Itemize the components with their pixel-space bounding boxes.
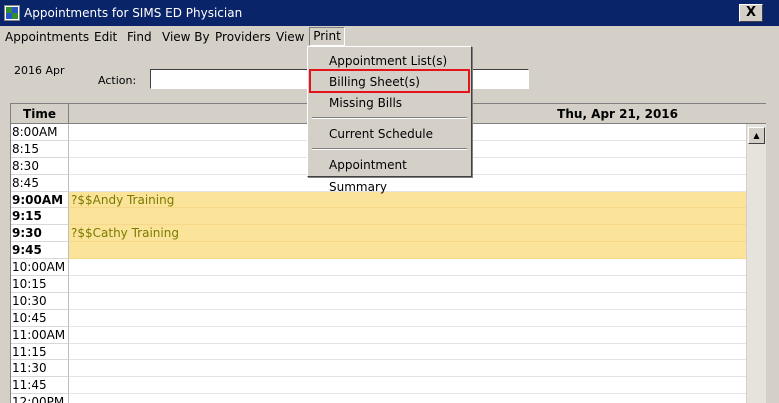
appointment-slot[interactable]: ?$$Andy Training [69,191,747,209]
time-cell: 8:00AM [11,124,69,141]
schedule-row[interactable]: 9:15 [11,208,747,226]
menu-find[interactable]: Find [127,29,152,45]
schedule-row[interactable]: 10:45 [11,309,747,327]
menu-item-billing-sheets[interactable]: Billing Sheet(s) [311,71,468,93]
time-column-header: Time [11,104,69,124]
date-label: 2016 Apr [14,64,65,77]
empty-slot[interactable] [69,327,747,344]
time-cell: 8:15 [11,140,69,158]
schedule-row[interactable]: 11:30 [11,360,747,378]
menu-view-by[interactable]: View By [162,29,210,45]
empty-slot[interactable] [69,310,747,327]
time-cell: 9:00AM [11,191,69,209]
menu-edit[interactable]: Edit [94,29,117,45]
close-icon: X [745,5,757,20]
schedule-row[interactable]: 9:45 [11,242,747,260]
menu-view[interactable]: View [276,29,304,45]
empty-slot[interactable] [69,293,747,310]
app-icon [4,5,20,21]
action-label: Action: [98,74,137,87]
empty-slot[interactable] [69,344,747,361]
schedule-row[interactable]: 9:30 ?$$Cathy Training [11,225,747,243]
schedule-row[interactable]: 10:15 [11,276,747,293]
time-cell: 11:30 [11,360,69,378]
time-cell: 11:15 [11,343,69,361]
time-cell: 10:00AM [11,259,69,277]
empty-slot[interactable] [69,360,747,378]
empty-slot[interactable] [69,175,747,192]
time-cell: 11:00AM [11,326,69,344]
time-cell: 11:45 [11,377,69,395]
empty-slot[interactable] [69,208,747,226]
menu-print[interactable]: Print [309,27,345,46]
menu-item-appointment-summary[interactable]: Appointment Summary [311,154,468,194]
empty-slot[interactable] [69,394,747,403]
triangle-up-icon: ▲ [753,131,760,140]
schedule-row[interactable]: 11:00AM [11,326,747,344]
menu-bar: Appointments Edit Find View By Providers… [0,26,779,48]
menu-appointments[interactable]: Appointments [5,29,89,45]
time-cell: 9:45 [11,242,69,260]
time-cell: 8:30 [11,157,69,175]
close-button[interactable]: X [739,4,763,22]
time-cell: 9:15 [11,208,69,226]
print-dropdown-menu: Appointment List(s) Billing Sheet(s) Mis… [307,46,472,194]
window-title: Appointments for SIMS ED Physician [24,6,243,20]
menu-item-missing-bills[interactable]: Missing Bills [311,92,468,114]
empty-slot[interactable] [69,242,747,260]
empty-slot[interactable] [69,259,747,277]
menu-providers[interactable]: Providers [215,29,271,45]
time-cell: 10:45 [11,309,69,327]
schedule-row[interactable]: 12:00PM [11,394,747,403]
menu-item-appointment-list[interactable]: Appointment List(s) [311,50,468,72]
time-cell: 10:15 [11,276,69,293]
empty-slot[interactable] [69,377,747,395]
appointment-slot[interactable]: ?$$Cathy Training [69,225,747,243]
empty-slot[interactable] [69,276,747,293]
schedule-row[interactable]: 10:00AM [11,259,747,277]
menu-item-current-schedule[interactable]: Current Schedule [311,123,468,145]
title-bar: Appointments for SIMS ED Physician X [0,0,779,26]
time-cell: 12:00PM [11,394,69,403]
time-cell: 9:30 [11,225,69,243]
schedule-row[interactable]: 10:30 [11,292,747,310]
menu-separator [312,117,467,119]
vertical-scrollbar[interactable]: ▲ [746,124,766,403]
time-cell: 8:45 [11,174,69,192]
schedule-row[interactable]: 11:45 [11,377,747,395]
time-cell: 10:30 [11,292,69,310]
scroll-up-button[interactable]: ▲ [748,127,765,144]
schedule-row[interactable]: 11:15 [11,343,747,361]
menu-separator [312,148,467,150]
